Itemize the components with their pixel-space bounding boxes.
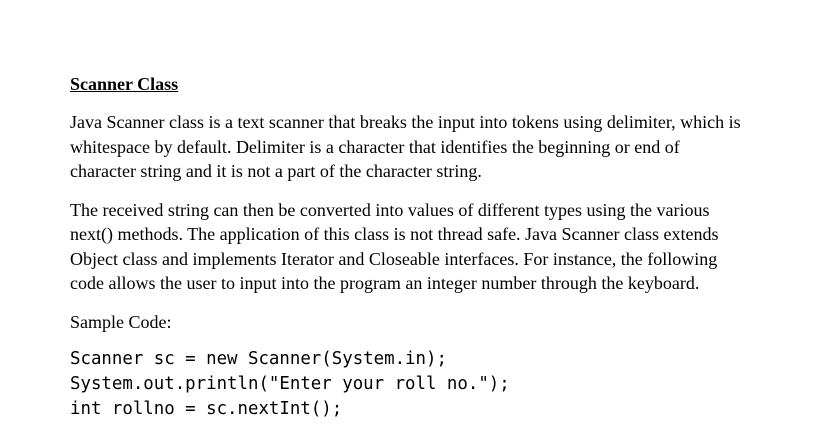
document-page: Scanner Class Java Scanner class is a te… <box>70 72 770 422</box>
paragraph-line: character string and it is not a part of… <box>70 161 482 181</box>
code-line: int rollno = sc.nextInt(); <box>70 399 343 419</box>
paragraph-line: whitespace by default. Delimiter is a ch… <box>70 136 680 157</box>
code-line: System.out.println("Enter your roll no."… <box>70 374 510 394</box>
paragraph-details: The received string can then be converte… <box>70 198 770 296</box>
section-heading: Scanner Class <box>70 74 179 94</box>
paragraph-line: Object class and implements Iterator and… <box>70 248 718 269</box>
sample-code-label: Sample Code: <box>70 311 172 332</box>
code-block: Scanner sc = new Scanner(System.in); Sys… <box>70 347 770 422</box>
paragraph-intro: Java Scanner class is a text scanner tha… <box>70 110 770 184</box>
paragraph-line: code allows the user to input into the p… <box>70 273 700 293</box>
code-line: Scanner sc = new Scanner(System.in); <box>70 349 447 369</box>
paragraph-line: next() methods. The application of this … <box>70 224 719 244</box>
paragraph-line: The received string can then be converte… <box>70 199 710 220</box>
paragraph-line: Java Scanner class is a text scanner tha… <box>70 112 741 132</box>
